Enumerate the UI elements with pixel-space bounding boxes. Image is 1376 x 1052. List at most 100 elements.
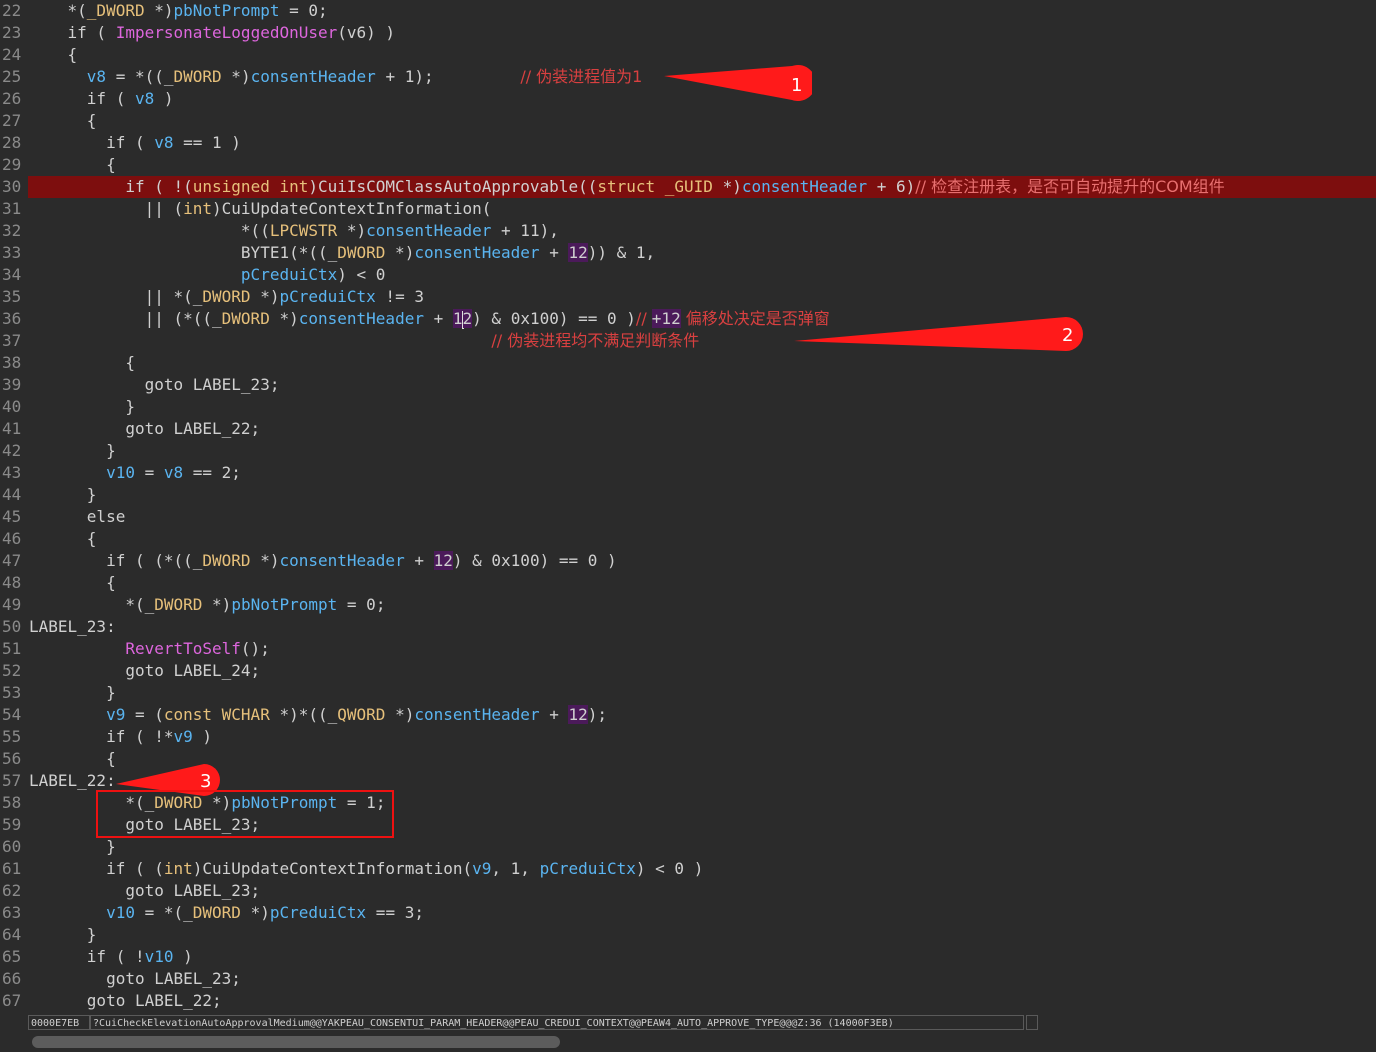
code-line[interactable]: 54 v9 = (const WCHAR *)*((_QWORD *)conse… xyxy=(0,704,1376,726)
horizontal-scrollbar[interactable] xyxy=(0,1034,1376,1052)
code-line[interactable]: 49 *(_DWORD *)pbNotPrompt = 0; xyxy=(0,594,1376,616)
code-line[interactable]: 45 else xyxy=(0,506,1376,528)
code-text: // 伪装进程均不满足判断条件 xyxy=(29,330,699,352)
pseudocode-view[interactable]: 22 *(_DWORD *)pbNotPrompt = 0; 23 if ( Im… xyxy=(0,0,1376,1012)
token-plain: = xyxy=(134,463,164,482)
code-text: LABEL_22: xyxy=(29,770,116,792)
token-plain: ) xyxy=(192,727,213,746)
code-line[interactable]: 64 } xyxy=(0,924,1376,946)
token-cm: // 检查注册表，是否可自动提升的COM组件 xyxy=(915,177,1225,196)
token-ty: _DWORD xyxy=(86,1,145,20)
code-line[interactable]: 23 if ( ImpersonateLoggedOnUser(v6) ) xyxy=(0,22,1376,44)
token-plain: if ( xyxy=(29,23,116,42)
token-plain: + 6) xyxy=(867,177,916,196)
token-var: consentHeader xyxy=(250,67,376,86)
code-text: } xyxy=(29,396,135,418)
code-line[interactable]: 44 } xyxy=(0,484,1376,506)
line-number: 58 xyxy=(2,793,22,812)
code-text: v8 = *((_DWORD *)consentHeader + 1); // … xyxy=(29,66,643,88)
code-text: if ( !*v9 ) xyxy=(29,726,212,748)
token-plain: { xyxy=(29,111,97,130)
line-number: 48 xyxy=(2,573,22,592)
token-ty: QWORD xyxy=(337,705,386,724)
token-plain: *) xyxy=(144,1,174,20)
code-text: *(_DWORD *)pbNotPrompt = 0; xyxy=(29,594,385,616)
token-plain: } xyxy=(29,441,116,460)
status-extra xyxy=(1026,1015,1038,1030)
code-text: { xyxy=(29,528,97,550)
code-text: v10 = v8 == 2; xyxy=(29,462,241,484)
code-line[interactable]: 29 { xyxy=(0,154,1376,176)
token-plain: ) & 0x100) == 0 ) xyxy=(452,551,617,570)
code-text: goto LABEL_24; xyxy=(29,660,260,682)
code-line[interactable]: 43 v10 = v8 == 2; xyxy=(0,462,1376,484)
code-line[interactable]: 48 { xyxy=(0,572,1376,594)
code-line[interactable]: 41 goto LABEL_22; xyxy=(0,418,1376,440)
token-plain: == 1 ) xyxy=(173,133,241,152)
code-line[interactable]: 53 } xyxy=(0,682,1376,704)
status-location: ?CuiCheckElevationAutoApprovalMedium@@YA… xyxy=(90,1015,1024,1030)
token-plain: ) xyxy=(173,947,193,966)
token-var: consentHeader xyxy=(414,243,540,262)
token-plain: *) xyxy=(250,551,280,570)
code-line[interactable]: 67 goto LABEL_22; xyxy=(0,990,1376,1012)
token-ty: LPCWSTR xyxy=(269,221,338,240)
code-line[interactable]: 61 if ( (int)CuiUpdateContextInformation… xyxy=(0,858,1376,880)
code-line[interactable]: 27 { xyxy=(0,110,1376,132)
code-line[interactable]: 46 { xyxy=(0,528,1376,550)
token-var: v8 xyxy=(86,67,107,86)
token-plain: || ( xyxy=(29,199,184,218)
token-plain: + xyxy=(423,309,453,328)
code-line[interactable]: 66 goto LABEL_23; xyxy=(0,968,1376,990)
code-line[interactable]: 22 *(_DWORD *)pbNotPrompt = 0; xyxy=(0,0,1376,22)
code-line[interactable]: 32 *((LPCWSTR *)consentHeader + 11), xyxy=(0,220,1376,242)
code-line[interactable]: 35 || *(_DWORD *)pCreduiCtx != 3 xyxy=(0,286,1376,308)
token-plain: if ( (*((_ xyxy=(29,551,203,570)
token-plain: goto LABEL_22; xyxy=(29,419,261,438)
line-number: 40 xyxy=(2,397,22,416)
token-var: v9 xyxy=(106,705,126,724)
line-number: 53 xyxy=(2,683,22,702)
code-line[interactable]: 52 goto LABEL_24; xyxy=(0,660,1376,682)
token-plain: + 1); xyxy=(375,67,521,86)
token-plain: != 3 xyxy=(375,287,424,306)
code-line[interactable]: 38 { xyxy=(0,352,1376,374)
code-line[interactable]: 51 RevertToSelf(); xyxy=(0,638,1376,660)
code-line[interactable]: 37 // 伪装进程均不满足判断条件 xyxy=(0,330,1376,352)
code-text: RevertToSelf(); xyxy=(29,638,270,660)
code-text: || (*((_DWORD *)consentHeader + 12) & 0x… xyxy=(29,308,830,330)
code-line[interactable]: 42 } xyxy=(0,440,1376,462)
code-line[interactable]: 63 v10 = *(_DWORD *)pCreduiCtx == 3; xyxy=(0,902,1376,924)
code-line[interactable]: 65 if ( !v10 ) xyxy=(0,946,1376,968)
code-line[interactable]: 55 if ( !*v9 ) xyxy=(0,726,1376,748)
code-line[interactable]: 62 goto LABEL_23; xyxy=(0,880,1376,902)
line-number: 43 xyxy=(2,463,22,482)
callout-1-label: 1 xyxy=(791,75,802,96)
token-plain: + xyxy=(404,551,434,570)
code-text: || (int)CuiUpdateContextInformation( xyxy=(29,198,492,220)
code-line-highlighted[interactable]: 30 if ( !(unsigned int)CuiIsCOMClassAuto… xyxy=(0,176,1376,198)
line-number: 30 xyxy=(2,177,22,196)
code-text: goto LABEL_23; xyxy=(29,374,280,396)
code-line[interactable]: 36 || (*((_DWORD *)consentHeader + 12) &… xyxy=(0,308,1376,330)
code-line[interactable]: 33 BYTE1(*((_DWORD *)consentHeader + 12)… xyxy=(0,242,1376,264)
callout-3-label: 3 xyxy=(200,771,211,792)
code-line[interactable]: 50 LABEL_23: xyxy=(0,616,1376,638)
token-ty: unsigned int xyxy=(192,177,309,196)
token-ty: DWORD xyxy=(221,309,270,328)
code-text: if ( ImpersonateLoggedOnUser(v6) ) xyxy=(29,22,396,44)
line-number: 62 xyxy=(2,881,22,900)
horizontal-scrollbar-thumb[interactable] xyxy=(32,1036,560,1048)
code-line[interactable]: 39 goto LABEL_23; xyxy=(0,374,1376,396)
code-line[interactable]: 47 if ( (*((_DWORD *)consentHeader + 12)… xyxy=(0,550,1376,572)
token-var: consentHeader xyxy=(298,309,424,328)
code-line[interactable]: 40 } xyxy=(0,396,1376,418)
code-line[interactable]: 31 || (int)CuiUpdateContextInformation( xyxy=(0,198,1376,220)
code-line[interactable]: 34 pCreduiCtx) < 0 xyxy=(0,264,1376,286)
token-plain: = 0; xyxy=(337,595,386,614)
code-line[interactable]: 28 if ( v8 == 1 ) xyxy=(0,132,1376,154)
line-number: 44 xyxy=(2,485,22,504)
code-line[interactable]: 60 } xyxy=(0,836,1376,858)
